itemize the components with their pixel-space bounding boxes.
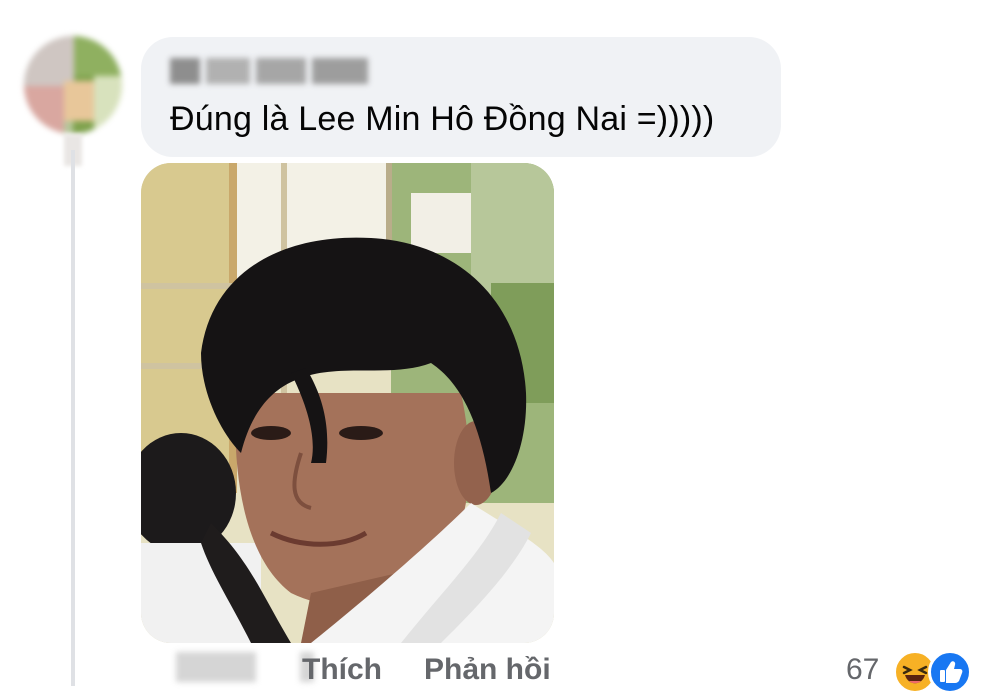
comment-text: Đúng là Lee Min Hô Đồng Nai =)))))	[170, 100, 715, 138]
thread-line	[71, 150, 75, 686]
comment-bubble	[141, 37, 781, 157]
reply-button[interactable]: Phản hồi	[424, 653, 551, 687]
avatar[interactable]	[24, 36, 122, 134]
reaction-count[interactable]: 67	[846, 653, 879, 687]
comment-photo[interactable]	[141, 163, 554, 643]
thumbs-up-icon[interactable]	[928, 650, 972, 694]
timestamp-redacted	[176, 652, 256, 682]
like-button[interactable]: Thích	[302, 653, 382, 687]
comment-author-name[interactable]	[170, 58, 368, 84]
